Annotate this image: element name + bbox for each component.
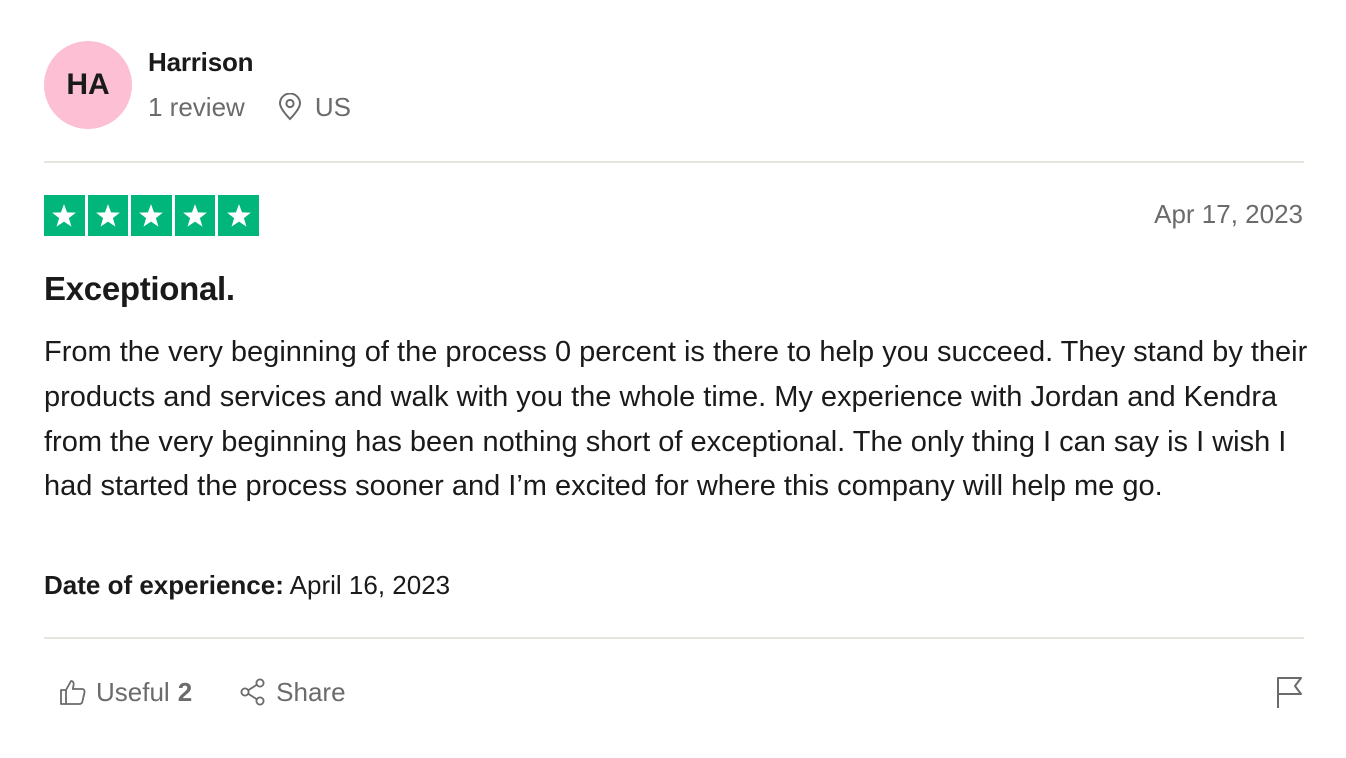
- avatar[interactable]: HA: [44, 41, 132, 129]
- report-button[interactable]: [1274, 674, 1304, 710]
- flag-icon: [1277, 677, 1302, 708]
- star-box: [174, 195, 216, 236]
- star-icon: [52, 203, 77, 227]
- share-label: Share: [276, 676, 346, 707]
- consumer-header: HA Harrison 1 review US: [44, 41, 1304, 131]
- star-icon: [95, 203, 120, 227]
- date-of-experience-value: April 16, 2023: [289, 570, 451, 600]
- review-count: 1 review: [148, 91, 245, 122]
- consumer-meta: 1 review US: [148, 91, 351, 123]
- location-label: US: [314, 91, 351, 122]
- star-box: [44, 195, 85, 236]
- review-actions: Useful 2 Share: [58, 674, 346, 710]
- location-pin-icon: [278, 93, 301, 121]
- useful-count: 2: [177, 676, 193, 707]
- header-divider: [44, 161, 1304, 163]
- review-body: From the very beginning of the process 0…: [44, 336, 1308, 503]
- share-button[interactable]: Share: [238, 676, 346, 708]
- date-of-experience: Date of experience: April 16, 2023: [44, 570, 450, 601]
- actions-divider: [44, 637, 1304, 639]
- star-box: [218, 195, 259, 236]
- thumbs-up-icon: [60, 680, 86, 705]
- star-icon: [226, 203, 251, 227]
- useful-label: Useful: [96, 676, 170, 707]
- date-of-experience-label: Date of experience:: [44, 570, 284, 600]
- star-box: [131, 195, 172, 236]
- star-rating: [44, 195, 259, 236]
- useful-button[interactable]: Useful 2: [58, 677, 192, 708]
- review-card: HA Harrison 1 review US Apr 17, 2023 Exc…: [0, 0, 1346, 758]
- star-box: [87, 195, 129, 236]
- consumer-name[interactable]: Harrison: [148, 47, 254, 78]
- star-icon: [183, 203, 207, 227]
- review-title[interactable]: Exceptional.: [44, 270, 235, 308]
- share-icon: [240, 678, 265, 706]
- star-icon: [139, 203, 164, 227]
- review-date: Apr 17, 2023: [1154, 199, 1303, 229]
- consumer-location: US: [277, 92, 351, 123]
